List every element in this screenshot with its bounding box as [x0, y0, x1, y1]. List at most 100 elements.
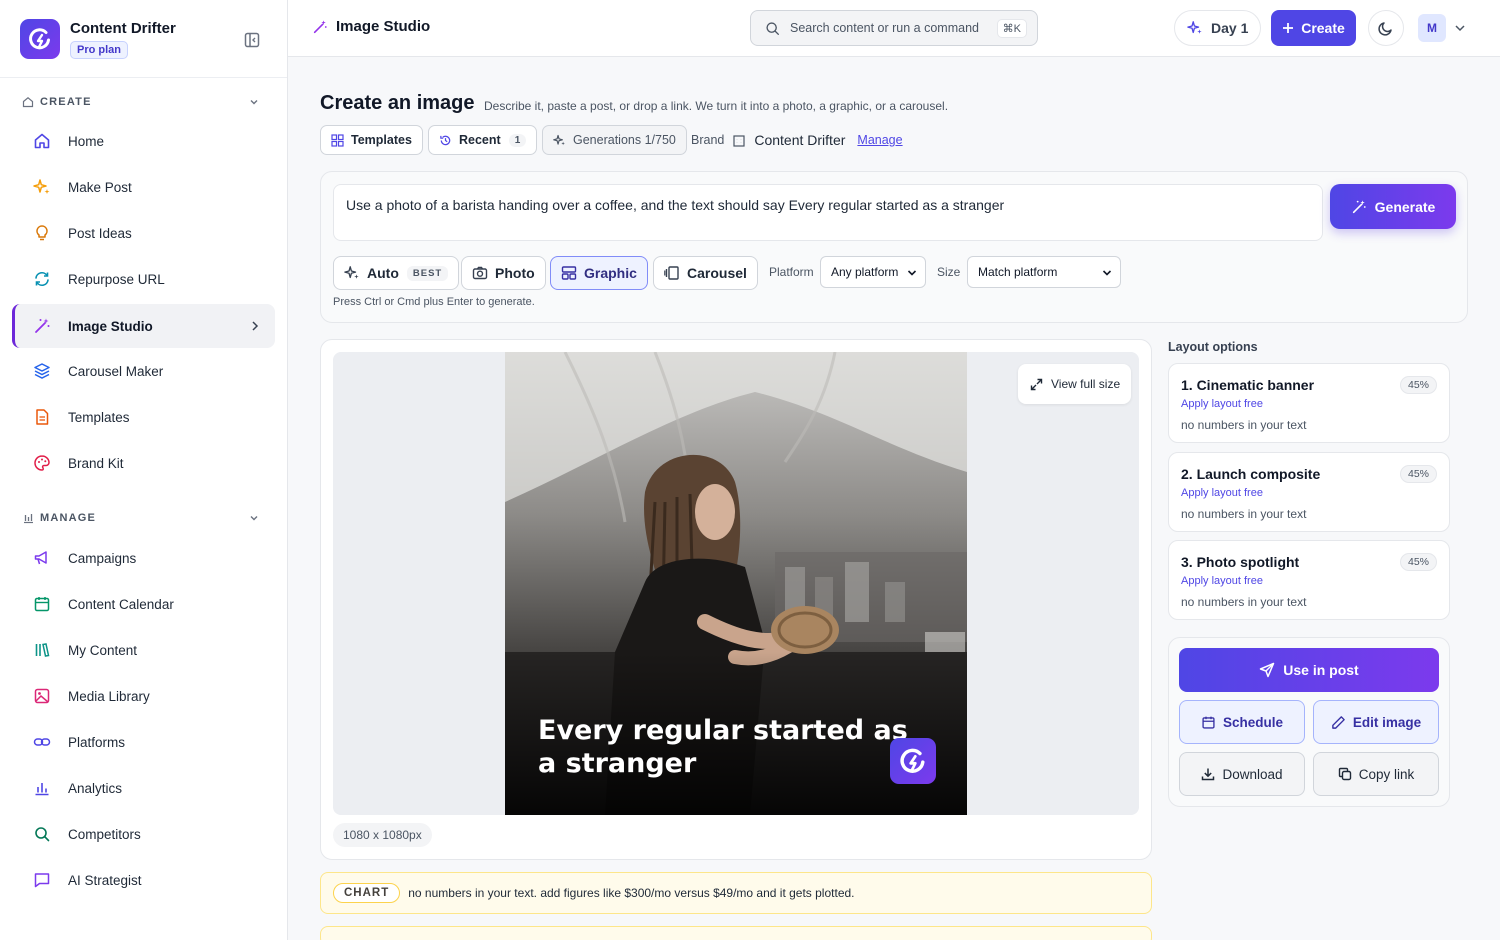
mode-auto-button[interactable]: Auto BEST — [333, 256, 460, 290]
sidebar-item-ai-strategist[interactable]: AI Strategist — [12, 858, 275, 902]
edit-image-button[interactable]: Edit image — [1313, 700, 1439, 744]
sparkle-icon — [344, 266, 359, 279]
sidebar-collapse-icon[interactable] — [243, 31, 261, 49]
generate-button[interactable]: Generate — [1330, 184, 1456, 229]
sidebar-item-home[interactable]: Home — [12, 119, 275, 163]
sidebar-item-campaigns[interactable]: Campaigns — [12, 536, 275, 580]
create-label: Create — [1301, 20, 1345, 36]
generated-image[interactable]: Every regular started as a stranger — [505, 352, 967, 815]
layout-option-note: no numbers in your text — [1181, 595, 1307, 609]
brand-name: Content Drifter — [754, 132, 846, 148]
recent-chip[interactable]: Recent 1 — [428, 125, 538, 155]
brand-selector: Brand Content Drifter Manage — [691, 132, 903, 148]
next-banner-partial — [320, 926, 1152, 940]
sidebar-item-image-studio[interactable]: Image Studio — [12, 304, 275, 348]
chevron-down-icon — [250, 516, 258, 521]
prompt-card: Use a photo of a barista handing over a … — [320, 171, 1468, 323]
layout-option-card[interactable]: 2. Launch composite 45% Apply layout fre… — [1168, 452, 1450, 532]
mode-carousel-button[interactable]: Carousel — [653, 256, 758, 290]
sidebar-item-make-post[interactable]: Make Post — [12, 165, 275, 209]
image-caption-line-1: Every regular started as — [538, 715, 908, 746]
plan-badge: Pro plan — [70, 41, 129, 59]
sidebar-item-carousel-maker[interactable]: Carousel Maker — [12, 349, 275, 393]
apply-layout-link[interactable]: Apply layout free — [1181, 575, 1263, 587]
apply-layout-link[interactable]: Apply layout free — [1181, 487, 1263, 499]
prompt-input[interactable]: Use a photo of a barista handing over a … — [333, 184, 1323, 241]
mode-auto-label: Auto — [367, 265, 399, 281]
bar-chart-icon — [32, 778, 52, 798]
chevron-right-icon — [252, 321, 259, 331]
home-icon — [32, 131, 52, 151]
apply-layout-link[interactable]: Apply layout free — [1181, 398, 1263, 410]
image-actions-panel: Use in post Schedule Edit image Download… — [1168, 637, 1450, 807]
sidebar-item-label: Content Calendar — [68, 596, 174, 612]
layout-option-card[interactable]: 1. Cinematic banner 45% Apply layout fre… — [1168, 363, 1450, 443]
copy-icon — [1338, 767, 1351, 781]
document-icon — [32, 407, 52, 427]
sidebar-item-my-content[interactable]: My Content — [12, 628, 275, 672]
moon-icon — [1378, 22, 1392, 36]
sidebar-item-label: Home — [68, 133, 105, 149]
sidebar-item-templates[interactable]: Templates — [12, 395, 275, 439]
generations-chip: Generations 1/750 — [542, 125, 687, 155]
page-title-text: Image Studio — [336, 18, 431, 35]
section-manage[interactable]: MANAGE — [22, 509, 266, 527]
sidebar-item-repurpose-url[interactable]: Repurpose URL — [12, 257, 275, 301]
sidebar-item-media-library[interactable]: Media Library — [12, 674, 275, 718]
calendar-icon — [32, 594, 52, 614]
lightbulb-icon — [32, 223, 52, 243]
section-create-label: CREATE — [40, 96, 92, 108]
plus-icon — [1283, 23, 1294, 33]
size-select[interactable]: Match platform — [967, 256, 1121, 288]
theme-toggle-button[interactable] — [1368, 10, 1404, 46]
section-manage-label: MANAGE — [40, 512, 97, 524]
sidebar-item-analytics[interactable]: Analytics — [12, 766, 275, 810]
layout-options-title: Layout options — [1168, 340, 1258, 354]
mode-photo-button[interactable]: Photo — [461, 256, 546, 290]
brand-header: Content Drifter Pro plan — [0, 0, 287, 78]
sidebar-item-competitors[interactable]: Competitors — [12, 812, 275, 856]
sidebar-item-platforms[interactable]: Platforms — [12, 720, 275, 764]
recent-chip-label: Recent — [459, 133, 501, 147]
edit-image-label: Edit image — [1352, 714, 1422, 730]
platform-label: Platform — [769, 265, 814, 279]
brand-label: Brand — [691, 133, 725, 147]
templates-chip[interactable]: Templates — [320, 125, 423, 155]
sidebar-item-post-ideas[interactable]: Post Ideas — [12, 211, 275, 255]
refresh-icon — [32, 269, 52, 289]
app-logo[interactable] — [20, 19, 60, 59]
preview-card: Every regular started as a stranger View… — [320, 339, 1152, 860]
layers-icon — [32, 361, 52, 381]
image-watermark-logo — [890, 738, 936, 784]
copy-link-button[interactable]: Copy link — [1313, 752, 1439, 796]
day-label: Day 1 — [1211, 20, 1249, 36]
download-button[interactable]: Download — [1179, 752, 1305, 796]
mode-graphic-button[interactable]: Graphic — [550, 256, 648, 290]
sidebar-item-label: Repurpose URL — [68, 271, 165, 287]
sidebar-item-content-calendar[interactable]: Content Calendar — [12, 582, 275, 626]
use-in-post-button[interactable]: Use in post — [1179, 648, 1439, 692]
view-full-size-button[interactable]: View full size — [1018, 364, 1131, 404]
generate-label: Generate — [1374, 198, 1436, 215]
magic-wand-icon — [313, 19, 327, 33]
search-input[interactable]: Search content or run a command ⌘K — [750, 10, 1038, 46]
chat-icon — [32, 870, 52, 890]
platform-select[interactable]: Any platform — [820, 256, 926, 288]
chevron-down-icon[interactable] — [1454, 23, 1466, 33]
create-button[interactable]: Create — [1271, 10, 1356, 46]
schedule-button[interactable]: Schedule — [1179, 700, 1305, 744]
avatar[interactable]: M — [1418, 14, 1446, 42]
layout-score-badge: 45% — [1399, 465, 1437, 483]
section-create[interactable]: CREATE — [22, 93, 266, 111]
magic-wand-icon — [32, 316, 52, 336]
layout-option-card[interactable]: 3. Photo spotlight 45% Apply layout free… — [1168, 540, 1450, 620]
sidebar-item-label: Carousel Maker — [68, 363, 164, 379]
link-icon — [32, 732, 52, 752]
day-counter-button[interactable]: Day 1 — [1174, 10, 1261, 46]
layout-option-name: 3. Photo spotlight — [1181, 554, 1300, 570]
sidebar-item-brand-kit[interactable]: Brand Kit — [12, 441, 275, 485]
page-title: Image Studio — [312, 18, 430, 35]
manage-brand-link[interactable]: Manage — [857, 133, 902, 147]
image-icon — [32, 686, 52, 706]
preview-canvas: Every regular started as a stranger View… — [333, 352, 1139, 815]
